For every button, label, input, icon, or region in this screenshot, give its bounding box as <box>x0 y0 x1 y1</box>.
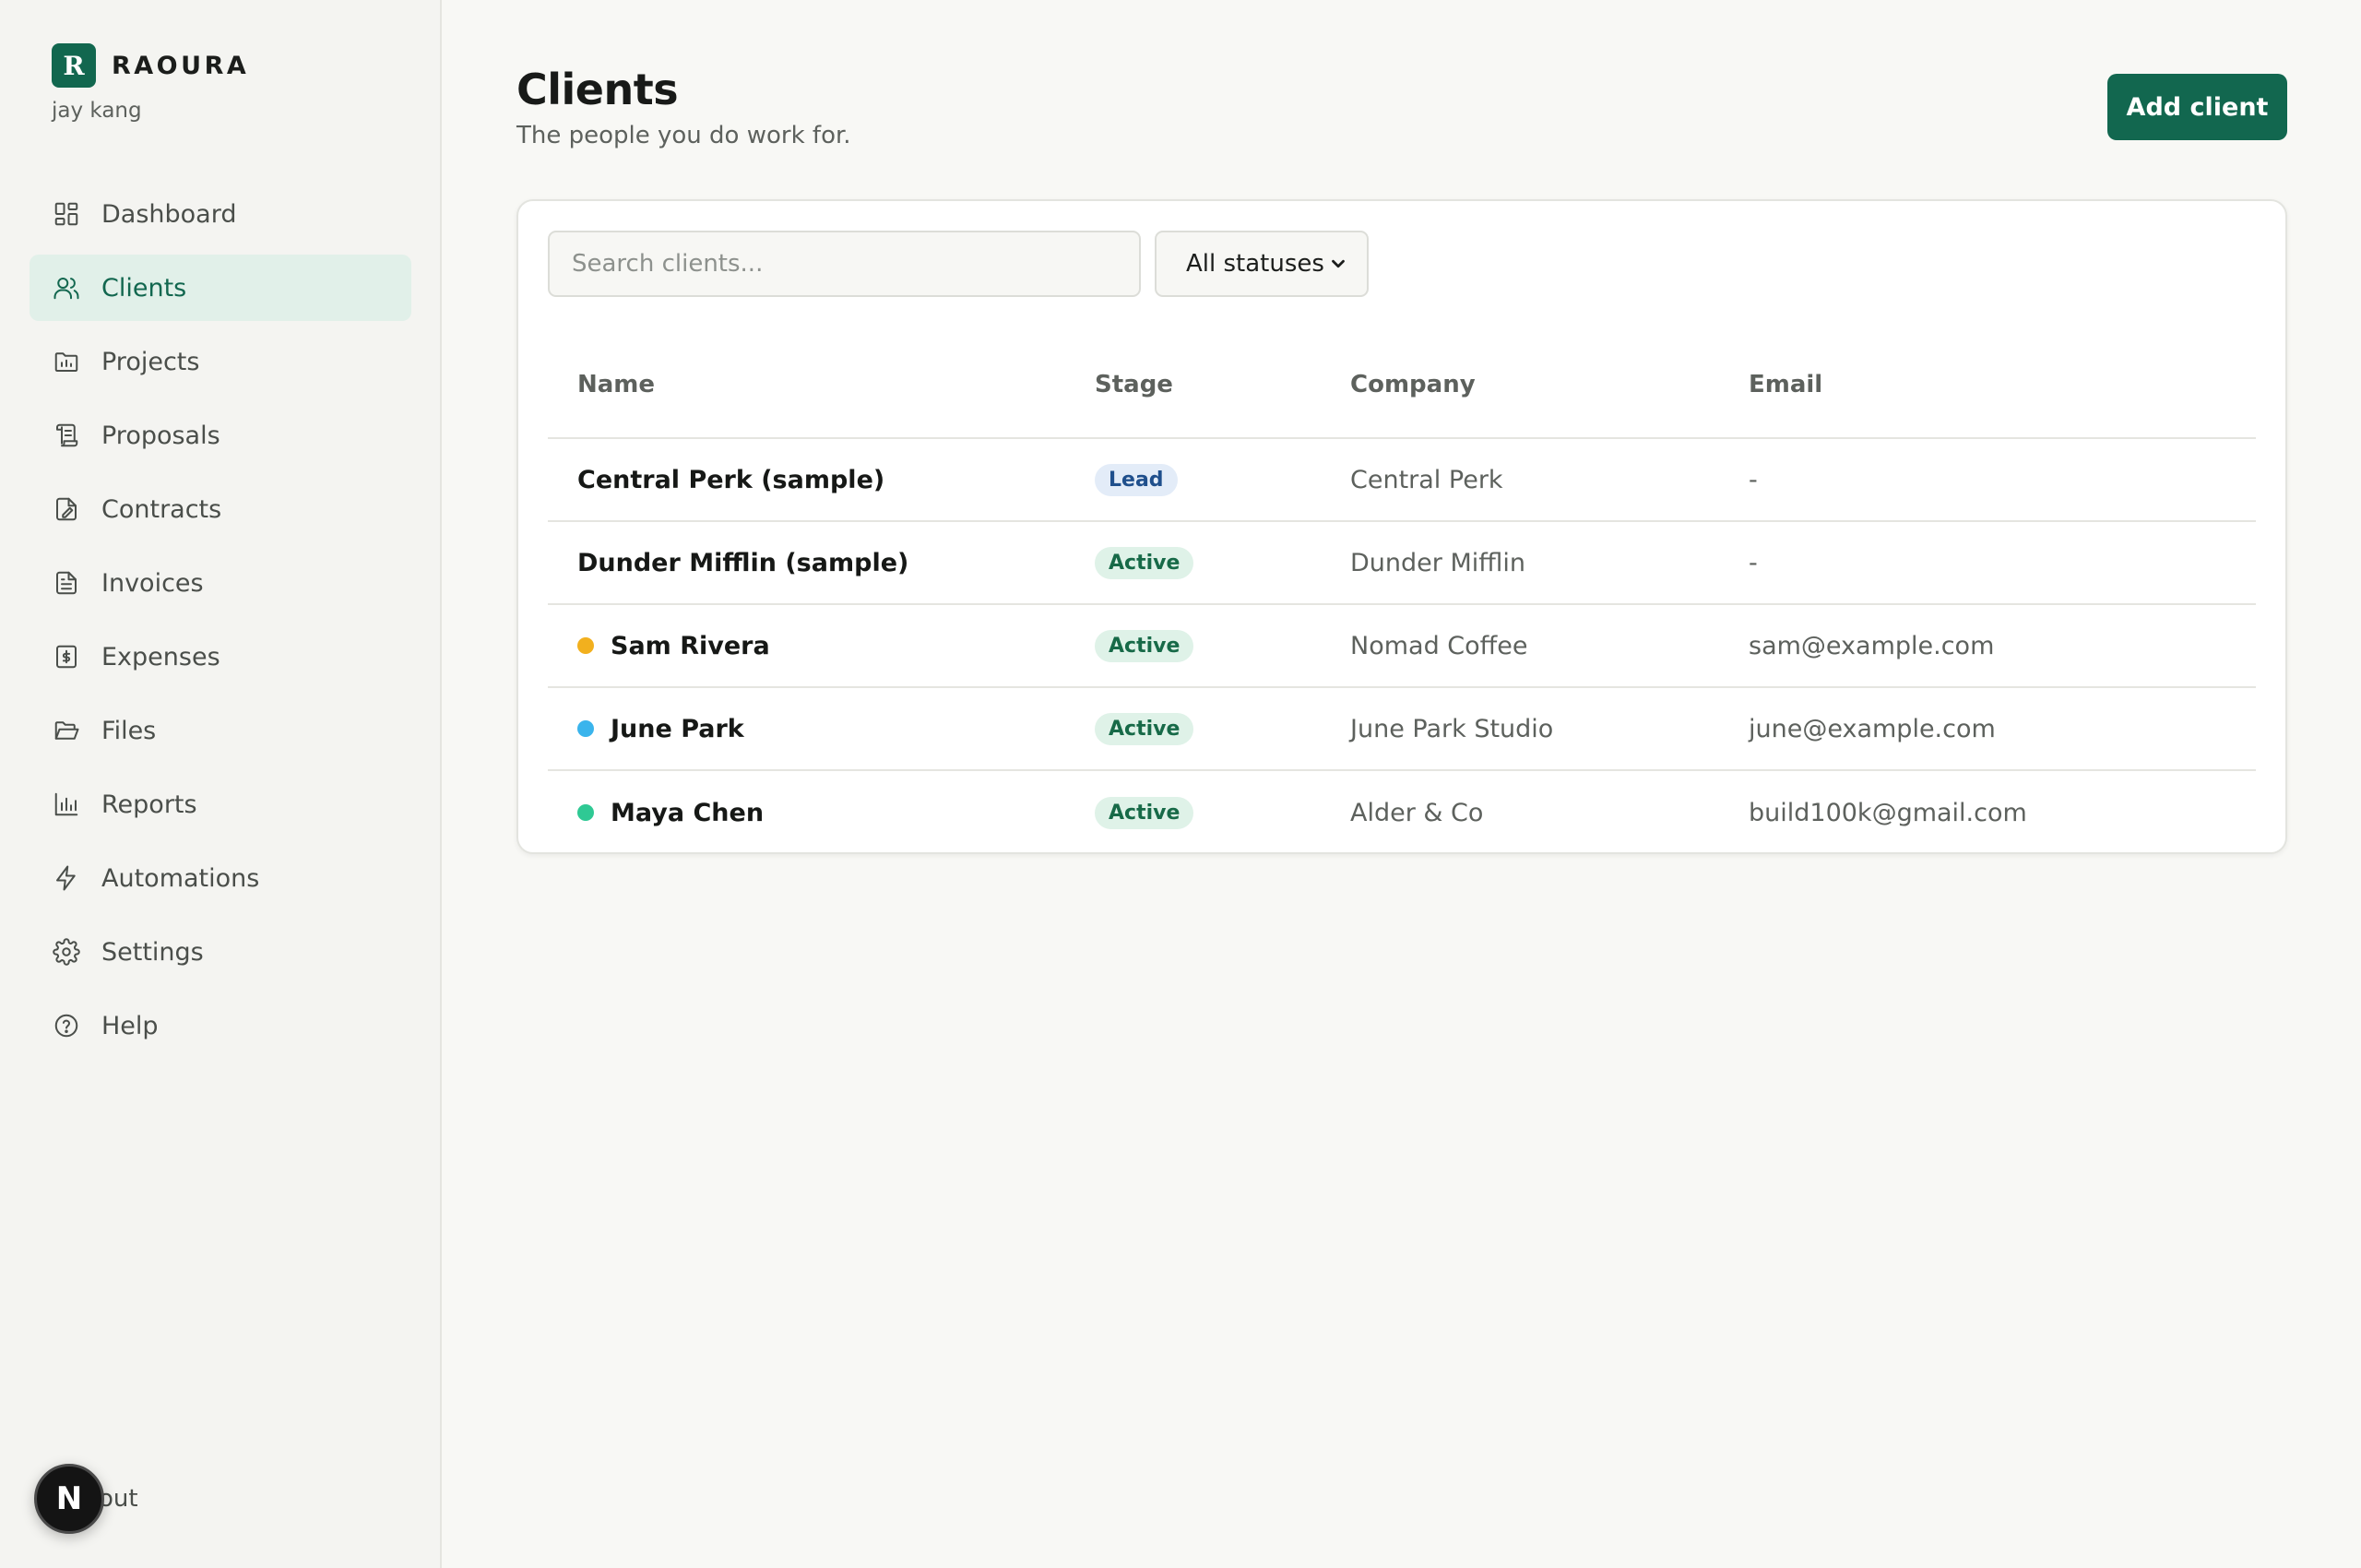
column-header-company[interactable]: Company <box>1350 371 1749 398</box>
client-name[interactable]: Maya Chen <box>611 799 764 827</box>
client-name[interactable]: Central Perk (sample) <box>577 466 884 494</box>
sign-out-button[interactable]: N out <box>34 1464 138 1534</box>
bar-chart-icon <box>52 790 81 819</box>
sidebar-item-files[interactable]: Files <box>30 697 411 764</box>
sidebar-item-reports[interactable]: Reports <box>30 771 411 837</box>
sidebar-item-label: Clients <box>101 273 187 303</box>
stage-cell: Active <box>1095 796 1350 829</box>
company-cell: Central Perk <box>1350 465 1503 494</box>
client-name-cell: Sam Rivera <box>548 632 1095 660</box>
sidebar-item-label: Dashboard <box>101 199 237 229</box>
sidebar: R RAOURA jay kang Dashboard Clients Proj… <box>0 0 442 1568</box>
email-cell: - <box>1749 548 1758 577</box>
client-name[interactable]: Sam Rivera <box>611 632 770 660</box>
sidebar-item-label: Expenses <box>101 642 220 671</box>
brand-name: RAOURA <box>112 51 250 80</box>
main-content: Clients The people you do work for. Add … <box>442 0 2361 1568</box>
sidebar-item-projects[interactable]: Projects <box>30 328 411 395</box>
sidebar-nav: Dashboard Clients Projects Proposals Con… <box>30 181 411 1066</box>
brand-logo: R <box>52 43 96 88</box>
table-row[interactable]: June Park Active June Park Studio june@e… <box>548 688 2256 771</box>
stage-badge: Lead <box>1095 463 1178 496</box>
add-client-button[interactable]: Add client <box>2107 74 2287 140</box>
sidebar-item-label: Contracts <box>101 494 222 524</box>
user-name: jay kang <box>52 99 142 123</box>
sidebar-item-proposals[interactable]: Proposals <box>30 402 411 469</box>
table-row[interactable]: Dunder Mifflin (sample) Active Dunder Mi… <box>548 522 2256 605</box>
stage-cell: Active <box>1095 712 1350 745</box>
sidebar-item-automations[interactable]: Automations <box>30 845 411 911</box>
status-filter-select[interactable]: All statuses <box>1155 231 1369 297</box>
scroll-icon <box>52 421 81 450</box>
receipt-dollar-icon <box>52 642 81 671</box>
sidebar-item-label: Reports <box>101 790 197 819</box>
client-name-cell: June Park <box>548 715 1095 743</box>
sidebar-item-expenses[interactable]: Expenses <box>30 624 411 690</box>
help-circle-icon <box>52 1011 81 1040</box>
sign-out-label: out <box>99 1485 138 1513</box>
gear-icon <box>52 937 81 967</box>
stage-badge: Active <box>1095 629 1194 662</box>
sidebar-item-clients[interactable]: Clients <box>30 255 411 321</box>
sidebar-item-label: Invoices <box>101 568 204 598</box>
sidebar-item-invoices[interactable]: Invoices <box>30 550 411 616</box>
column-header-name[interactable]: Name <box>548 371 1095 398</box>
email-cell: - <box>1749 465 1758 494</box>
sidebar-item-dashboard[interactable]: Dashboard <box>30 181 411 247</box>
dashboard-icon <box>52 199 81 229</box>
client-name-cell: Central Perk (sample) <box>548 466 1095 494</box>
client-name[interactable]: June Park <box>611 715 744 743</box>
users-icon <box>52 273 81 303</box>
page-title: Clients <box>516 65 679 114</box>
company-cell: Dunder Mifflin <box>1350 548 1525 577</box>
client-color-dot <box>577 804 594 821</box>
file-signature-icon <box>52 494 81 524</box>
nextjs-dev-badge[interactable]: N <box>34 1464 104 1534</box>
table-row[interactable]: Central Perk (sample) Lead Central Perk … <box>548 439 2256 522</box>
brand[interactable]: R RAOURA <box>52 43 249 88</box>
company-cell: Nomad Coffee <box>1350 631 1528 660</box>
clients-card: All statuses Name Stage Company Email Ce… <box>516 199 2287 854</box>
stage-badge: Active <box>1095 546 1194 579</box>
sidebar-item-settings[interactable]: Settings <box>30 919 411 985</box>
chevron-down-icon <box>1332 259 1345 268</box>
client-name-cell: Dunder Mifflin (sample) <box>548 549 1095 577</box>
sidebar-item-label: Proposals <box>101 421 220 450</box>
table-header: Name Stage Company Email <box>548 332 2256 439</box>
column-header-email[interactable]: Email <box>1749 371 2256 398</box>
page-subtitle: The people you do work for. <box>516 122 851 149</box>
clients-table: Name Stage Company Email Central Perk (s… <box>548 332 2256 854</box>
stage-cell: Active <box>1095 629 1350 662</box>
stage-badge: Active <box>1095 712 1194 745</box>
folder-chart-icon <box>52 347 81 376</box>
table-row[interactable]: Sam Rivera Active Nomad Coffee sam@examp… <box>548 605 2256 688</box>
status-filter-value: All statuses <box>1186 250 1324 278</box>
company-cell: Alder & Co <box>1350 798 1484 827</box>
sidebar-item-label: Files <box>101 716 157 745</box>
folder-open-icon <box>52 716 81 745</box>
sidebar-item-label: Help <box>101 1011 159 1040</box>
sidebar-item-contracts[interactable]: Contracts <box>30 476 411 542</box>
client-name-cell: Maya Chen <box>548 799 1095 827</box>
sidebar-item-label: Projects <box>101 347 200 376</box>
stage-cell: Lead <box>1095 463 1350 496</box>
lightning-icon <box>52 863 81 893</box>
column-header-stage[interactable]: Stage <box>1095 371 1350 398</box>
file-text-icon <box>52 568 81 598</box>
email-cell: build100k@gmail.com <box>1749 798 2027 827</box>
sidebar-item-label: Settings <box>101 937 204 967</box>
sidebar-item-help[interactable]: Help <box>30 992 411 1059</box>
client-color-dot <box>577 720 594 737</box>
stage-cell: Active <box>1095 546 1350 579</box>
email-cell: sam@example.com <box>1749 631 1995 660</box>
email-cell: june@example.com <box>1749 714 1996 743</box>
search-input[interactable] <box>548 231 1141 297</box>
client-name[interactable]: Dunder Mifflin (sample) <box>577 549 908 577</box>
stage-badge: Active <box>1095 796 1194 829</box>
company-cell: June Park Studio <box>1350 714 1554 743</box>
client-color-dot <box>577 637 594 654</box>
table-row[interactable]: Maya Chen Active Alder & Co build100k@gm… <box>548 771 2256 854</box>
sidebar-item-label: Automations <box>101 863 260 893</box>
